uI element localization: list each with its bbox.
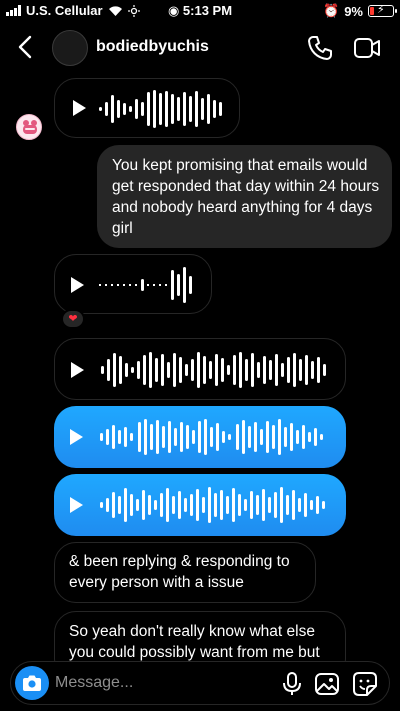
- avatar[interactable]: [52, 30, 88, 66]
- play-icon[interactable]: [70, 497, 83, 513]
- voice-message-incoming[interactable]: [54, 338, 346, 400]
- chat-header: bodiedbyuchis: [0, 24, 400, 72]
- avatar-logo-icon: [23, 120, 37, 134]
- voice-message-outgoing[interactable]: [54, 474, 346, 536]
- sender-avatar[interactable]: [16, 114, 42, 140]
- voice-message-incoming[interactable]: [54, 78, 240, 138]
- play-icon[interactable]: [71, 362, 84, 378]
- message-composer: Message...: [10, 661, 390, 705]
- message-bubble-outgoing[interactable]: You kept promising that emails would get…: [97, 145, 392, 248]
- play-icon[interactable]: [71, 277, 84, 293]
- time-label: 5:13 PM: [182, 3, 233, 18]
- microphone-icon[interactable]: [279, 671, 305, 697]
- message-text: & been replying & responding to every pe…: [69, 553, 290, 591]
- message-text: So yeah don't really know what else you …: [69, 623, 320, 661]
- alarm-icon: ⏰: [323, 3, 340, 18]
- voice-message-outgoing[interactable]: [54, 406, 346, 468]
- camera-button[interactable]: [15, 666, 49, 700]
- audio-waveform: [100, 487, 325, 523]
- voice-message-incoming[interactable]: [54, 254, 212, 314]
- play-icon[interactable]: [70, 429, 83, 445]
- heart-icon[interactable]: ❤: [61, 309, 85, 329]
- battery-icon: ⚡: [368, 4, 397, 17]
- audio-waveform: [101, 352, 326, 388]
- battery-label: 9%: [344, 3, 363, 19]
- audio-waveform: [100, 419, 323, 455]
- image-icon[interactable]: [314, 671, 340, 697]
- video-camera-icon[interactable]: [352, 34, 382, 62]
- status-bar: U.S. Cellular ◉ 5:13 PM ⏰ 9% ⚡: [0, 0, 400, 22]
- phone-icon[interactable]: [306, 34, 334, 62]
- location-icon: ◉: [167, 3, 180, 18]
- audio-waveform: [99, 267, 192, 303]
- play-icon[interactable]: [73, 100, 86, 116]
- username[interactable]: bodiedbyuchis: [96, 38, 209, 56]
- message-text: You kept promising that emails would get…: [112, 157, 380, 237]
- message-bubble-incoming[interactable]: & been replying & responding to every pe…: [54, 542, 316, 603]
- chevron-left-icon[interactable]: [14, 34, 38, 60]
- message-input[interactable]: Message...: [55, 674, 133, 692]
- camera-icon: [23, 675, 41, 691]
- audio-waveform: [99, 90, 222, 128]
- sticker-icon[interactable]: [352, 671, 378, 697]
